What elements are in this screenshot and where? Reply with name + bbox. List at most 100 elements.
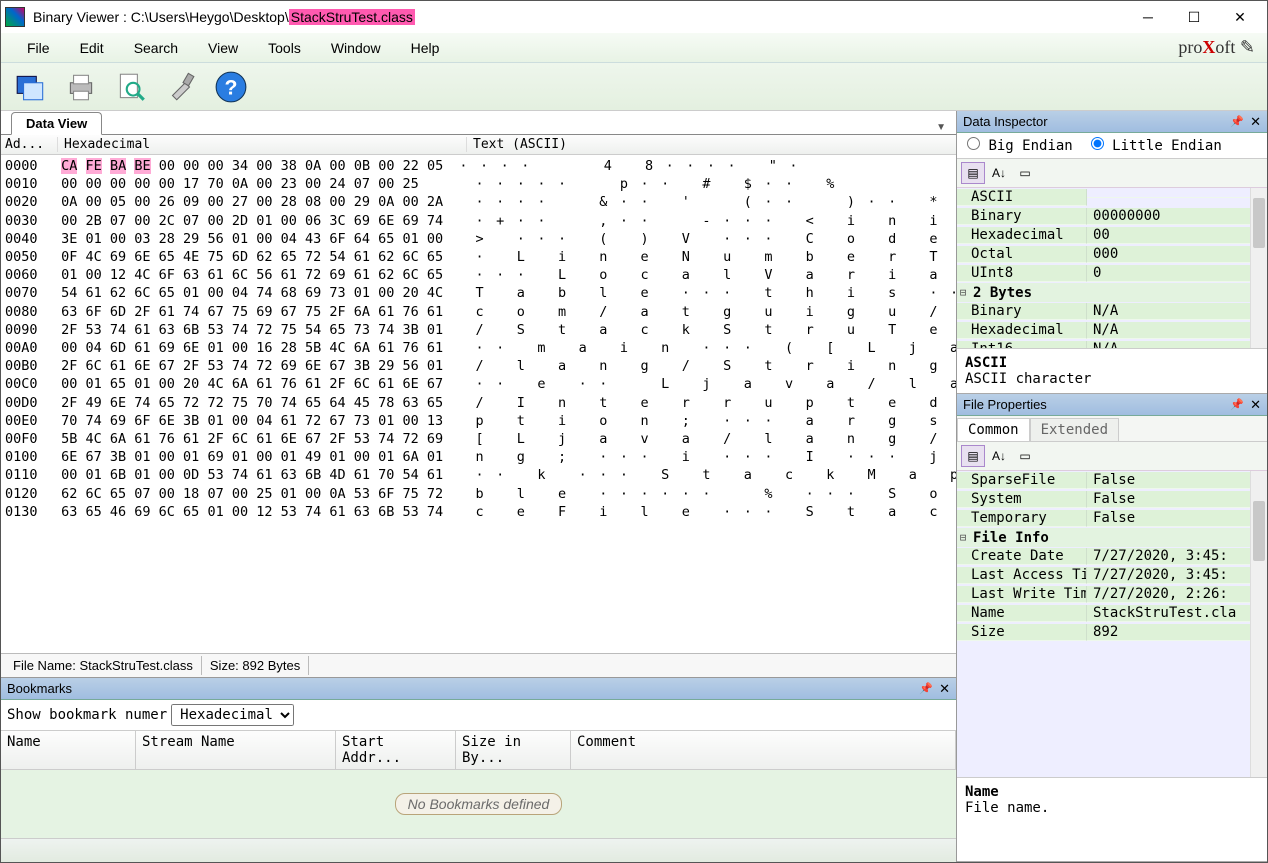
little-endian-radio[interactable]: Little Endian	[1091, 137, 1222, 154]
categorize-icon[interactable]: ▤	[961, 445, 985, 467]
bookmark-footer	[1, 838, 956, 862]
open-button[interactable]	[9, 67, 53, 107]
hex-row[interactable]: 0040 3E 01 00 03 28 29 56 01 00 04 43 6F…	[5, 230, 952, 248]
big-endian-radio[interactable]: Big Endian	[967, 137, 1073, 154]
help-button[interactable]: ?	[209, 67, 253, 107]
fileprops-grid[interactable]: SparseFileFalseSystemFalseTemporaryFalse…	[957, 471, 1267, 777]
status-bar: File Name: StackStruTest.class Size: 892…	[1, 653, 956, 677]
close-button[interactable]: ✕	[1217, 2, 1263, 32]
sort-icon[interactable]: A↓	[987, 162, 1011, 184]
hex-row[interactable]: 0000 CA FE BA BE 00 00 00 34 00 38 0A 00…	[5, 157, 952, 175]
menu-search[interactable]: Search	[120, 36, 192, 60]
pin-icon[interactable]: 📌	[1230, 398, 1244, 411]
col-address: Ad...	[5, 137, 57, 152]
inspector-grid[interactable]: ASCIIBinary00000000Hexadecimal00Octal000…	[957, 188, 1267, 348]
menu-file[interactable]: File	[13, 36, 64, 60]
app-window: Binary Viewer : C:\Users\Heygo\Desktop\ …	[0, 0, 1268, 863]
menu-edit[interactable]: Edit	[66, 36, 118, 60]
scrollbar[interactable]	[1250, 471, 1267, 777]
close-icon[interactable]: ✕	[1250, 397, 1261, 413]
prop-row[interactable]: Create Date7/27/2020, 3:45:	[957, 547, 1267, 566]
hex-row[interactable]: 0110 00 01 6B 01 00 0D 53 74 61 63 6B 4D…	[5, 466, 952, 484]
title-prefix: Binary Viewer : C:\Users\Heygo\Desktop\	[33, 9, 289, 25]
inspector-title: Data Inspector 📌 ✕	[957, 111, 1267, 133]
bookmark-format-select[interactable]: Hexadecimal	[171, 704, 294, 726]
hex-row[interactable]: 00A0 00 04 6D 61 69 6E 01 00 16 28 5B 4C…	[5, 339, 952, 357]
hex-header: Ad... Hexadecimal Text (ASCII)	[1, 135, 956, 155]
bookmarks-panel: Bookmarks 📌 ✕ Show bookmark numer Hexade…	[1, 677, 956, 862]
prop-row[interactable]: UInt80	[957, 264, 1267, 283]
tab-extended[interactable]: Extended	[1030, 418, 1119, 441]
prop-row[interactable]: Size892	[957, 623, 1267, 642]
hex-row[interactable]: 0010 00 00 00 00 00 17 70 0A 00 23 00 24…	[5, 175, 952, 193]
close-icon[interactable]: ✕	[939, 681, 950, 697]
close-icon[interactable]: ✕	[1250, 114, 1261, 130]
menu-window[interactable]: Window	[317, 36, 395, 60]
app-icon	[5, 7, 25, 27]
hex-row[interactable]: 0130 63 65 46 69 6C 65 01 00 12 53 74 61…	[5, 503, 952, 521]
hex-row[interactable]: 0020 0A 00 05 00 26 09 00 27 00 28 08 00…	[5, 193, 952, 211]
maximize-button[interactable]: ☐	[1171, 2, 1217, 32]
svg-text:?: ?	[225, 75, 238, 99]
prop-row[interactable]: SystemFalse	[957, 490, 1267, 509]
prop-row[interactable]: Hexadecimal00	[957, 226, 1267, 245]
hex-view[interactable]: 0000 CA FE BA BE 00 00 00 34 00 38 0A 00…	[1, 155, 956, 653]
prop-row[interactable]: Binary00000000	[957, 207, 1267, 226]
dataview-tabstrip: Data View ▼	[1, 111, 956, 135]
inspector-description: ASCIIASCII character	[957, 348, 1267, 393]
settings-button[interactable]	[159, 67, 203, 107]
titlebar: Binary Viewer : C:\Users\Heygo\Desktop\ …	[1, 1, 1267, 33]
prop-row[interactable]: Octal000	[957, 245, 1267, 264]
pin-icon[interactable]: 📌	[1230, 115, 1244, 128]
fileprops-title: File Properties 📌 ✕	[957, 394, 1267, 416]
hex-row[interactable]: 0090 2F 53 74 61 63 6B 53 74 72 75 54 65…	[5, 321, 952, 339]
prop-row[interactable]: BinaryN/A	[957, 302, 1267, 321]
prop-row[interactable]: Int16N/A	[957, 340, 1267, 348]
hex-row[interactable]: 0060 01 00 12 4C 6F 63 61 6C 56 61 72 69…	[5, 266, 952, 284]
tab-common[interactable]: Common	[957, 418, 1030, 441]
tab-dataview[interactable]: Data View	[11, 112, 102, 135]
menu-help[interactable]: Help	[397, 36, 454, 60]
menubar: File Edit Search View Tools Window Help …	[1, 33, 1267, 63]
prop-row[interactable]: ASCII	[957, 188, 1267, 207]
hex-row[interactable]: 0070 54 61 62 6C 65 01 00 04 74 68 69 73…	[5, 284, 952, 302]
bookmark-body: No Bookmarks defined	[1, 770, 956, 838]
title-filename: StackStruTest.class	[289, 9, 415, 25]
menu-tools[interactable]: Tools	[254, 36, 315, 60]
hex-row[interactable]: 00E0 70 74 69 6F 6E 3B 01 00 04 61 72 67…	[5, 412, 952, 430]
hex-row[interactable]: 0120 62 6C 65 07 00 18 07 00 25 01 00 0A…	[5, 485, 952, 503]
pages-icon[interactable]: ▭	[1013, 445, 1037, 467]
prop-row[interactable]: SparseFileFalse	[957, 471, 1267, 490]
pages-icon[interactable]: ▭	[1013, 162, 1037, 184]
status-size: Size: 892 Bytes	[202, 656, 309, 675]
hex-row[interactable]: 00C0 00 01 65 01 00 20 4C 6A 61 76 61 2F…	[5, 375, 952, 393]
menu-view[interactable]: View	[194, 36, 252, 60]
prop-row[interactable]: HexadecimalN/A	[957, 321, 1267, 340]
prop-row[interactable]: NameStackStruTest.cla	[957, 604, 1267, 623]
prop-row[interactable]: Last Access Ti7/27/2020, 3:45:	[957, 566, 1267, 585]
no-bookmarks-label: No Bookmarks defined	[395, 793, 563, 815]
hex-row[interactable]: 0080 63 6F 6D 2F 61 74 67 75 69 67 75 2F…	[5, 303, 952, 321]
hex-row[interactable]: 00F0 5B 4C 6A 61 76 61 2F 6C 61 6E 67 2F…	[5, 430, 952, 448]
fileprops-description: NameFile name.	[957, 777, 1267, 861]
hex-row[interactable]: 00B0 2F 6C 61 6E 67 2F 53 74 72 69 6E 67…	[5, 357, 952, 375]
categorize-icon[interactable]: ▤	[961, 162, 985, 184]
hex-row[interactable]: 0050 0F 4C 69 6E 65 4E 75 6D 62 65 72 54…	[5, 248, 952, 266]
minimize-button[interactable]: ─	[1125, 2, 1171, 32]
scrollbar[interactable]	[1250, 188, 1267, 348]
bookmark-show-label: Show bookmark numer	[7, 707, 167, 723]
status-filename: File Name: StackStruTest.class	[5, 656, 202, 675]
pin-icon[interactable]: 📌	[919, 682, 933, 695]
prop-row[interactable]: TemporaryFalse	[957, 509, 1267, 528]
brand-logo: proXoft ✎	[1178, 37, 1255, 58]
hex-row[interactable]: 0030 00 2B 07 00 2C 07 00 2D 01 00 06 3C…	[5, 212, 952, 230]
bookmarks-title: Bookmarks 📌 ✕	[1, 678, 956, 700]
hex-row[interactable]: 0100 6E 67 3B 01 00 01 69 01 00 01 49 01…	[5, 448, 952, 466]
hex-row[interactable]: 00D0 2F 49 6E 74 65 72 72 75 70 74 65 64…	[5, 394, 952, 412]
sort-icon[interactable]: A↓	[987, 445, 1011, 467]
tab-dropdown-icon[interactable]: ▼	[932, 120, 950, 135]
find-button[interactable]	[109, 67, 153, 107]
col-text: Text (ASCII)	[467, 137, 567, 152]
print-button[interactable]	[59, 67, 103, 107]
prop-row[interactable]: Last Write Tim7/27/2020, 2:26:	[957, 585, 1267, 604]
